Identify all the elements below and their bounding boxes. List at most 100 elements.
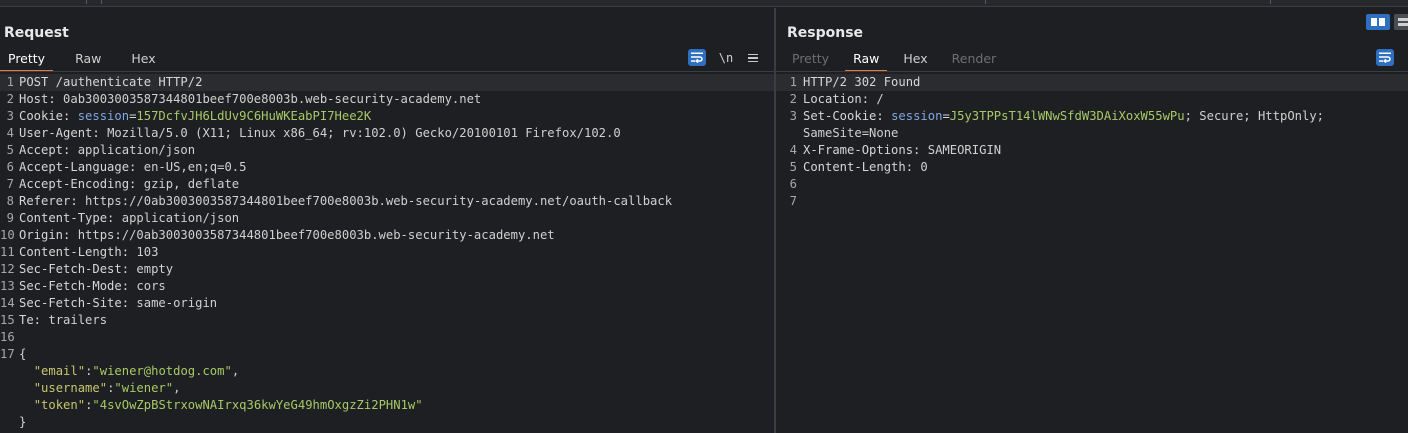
line-content: "email":"wiener@hotdog.com", (19, 363, 239, 380)
code-token: , (231, 364, 240, 378)
response-tab-raw[interactable]: Raw (845, 50, 888, 72)
request-newline-toggle[interactable]: \n (716, 49, 736, 67)
code-token: Sec-Fetch-Mode: (19, 279, 137, 293)
request-code-line[interactable]: "username":"wiener", (0, 380, 774, 397)
request-code-line[interactable]: 13 Sec-Fetch-Mode: cors (0, 278, 774, 295)
line-number: 17 (0, 347, 15, 361)
request-code-line[interactable]: 12 Sec-Fetch-Dest: empty (0, 261, 774, 278)
request-editor[interactable]: 1 POST /authenticate HTTP/2 2 Host: 0ab3003… (0, 74, 774, 433)
request-code-line[interactable]: } (0, 414, 774, 431)
request-word-wrap-button[interactable] (688, 49, 706, 66)
request-code-line[interactable]: 16 (0, 329, 774, 346)
strip-tick (1270, 0, 1271, 4)
layout-toggle (1366, 14, 1408, 30)
line-content: } (19, 414, 26, 431)
response-code-line[interactable]: 3 Set-Cookie: session=J5y3TPPsT14lWNwSfdW… (776, 108, 1408, 125)
code-token: "token" (33, 398, 86, 412)
response-code-line[interactable]: 1 HTTP/2 302 Found (776, 74, 1408, 91)
line-number: 7 (6, 177, 14, 191)
code-token: , (173, 381, 181, 395)
line-content: HTTP/2 302 Found (803, 74, 920, 91)
line-content: Content-Length: 103 (19, 244, 158, 261)
line-content: Referer: https://0ab3003003587344801beef… (19, 193, 672, 210)
code-token: "wiener@hotdog.com" (92, 364, 232, 378)
line-content: Origin: https://0ab3003003587344801beef7… (19, 227, 555, 244)
request-code-line[interactable]: 10 Origin: https://0ab3003003587344801bee… (0, 227, 774, 244)
request-code-line[interactable]: 14 Sec-Fetch-Site: same-origin (0, 295, 774, 312)
code-token: empty (136, 262, 174, 276)
code-token: "email" (33, 364, 86, 378)
response-tab-hex[interactable]: Hex (895, 50, 935, 72)
response-editor[interactable]: 1 HTTP/2 302 Found 2 Location: / 3 Set-Cookie… (776, 74, 1408, 433)
line-number: 4 (789, 143, 797, 157)
code-token: ; Secure; HttpOnly; (1184, 109, 1325, 123)
code-token: Accept-Encoding: (19, 177, 144, 191)
response-code-line[interactable]: 7 (776, 193, 1408, 210)
menu-bar (748, 60, 758, 63)
line-number: 12 (0, 262, 15, 276)
code-token: 0ab3003003587344801beef700e8003b.web-sec… (63, 92, 482, 106)
code-token: application/json (121, 211, 240, 225)
line-number: 1 (6, 75, 14, 89)
request-tab-divider (0, 71, 774, 72)
word-wrap-icon (1379, 52, 1391, 63)
code-token: https://0ab3003003587344801beef700e8003b… (77, 228, 555, 242)
request-code-line[interactable]: 5 Accept: application/json (0, 142, 774, 159)
request-pane: Request Pretty Raw Hex \n 1 POST /authentic… (0, 8, 774, 433)
code-token: { (19, 347, 27, 361)
code-token: Content-Length: (803, 160, 921, 174)
code-token: same-origin (136, 296, 218, 310)
line-content: Accept: application/json (19, 142, 195, 159)
request-code-line[interactable]: 11 Content-Length: 103 (0, 244, 774, 261)
stacked-layout-icon (1398, 18, 1408, 26)
line-content: X-Frame-Options: SAMEORIGIN (803, 142, 1001, 159)
code-token: Content-Length: (19, 245, 137, 259)
line-content: SameSite=None (803, 125, 898, 142)
line-number: 6 (789, 177, 797, 191)
response-tab-pretty: Pretty (792, 51, 830, 66)
request-tab-pretty[interactable]: Pretty (0, 50, 54, 72)
code-token: User-Agent: (19, 126, 108, 140)
request-code-line[interactable]: 6 Accept-Language: en-US,en;q=0.5 (0, 159, 774, 176)
response-code-line[interactable]: 6 (776, 176, 1408, 193)
split-layout-icon (1371, 18, 1385, 26)
response-word-wrap-button[interactable] (1376, 49, 1394, 66)
response-code-line[interactable]: 5 Content-Length: 0 (776, 159, 1408, 176)
request-code-line[interactable]: 15 Te: trailers (0, 312, 774, 329)
code-token: Accept-Language: (19, 160, 144, 174)
line-content: Sec-Fetch-Dest: empty (19, 261, 173, 278)
response-code-line[interactable]: 4 X-Frame-Options: SAMEORIGIN (776, 142, 1408, 159)
request-code-line[interactable]: "email":"wiener@hotdog.com", (0, 363, 774, 380)
request-code-line[interactable]: 7 Accept-Encoding: gzip, deflate (0, 176, 774, 193)
code-token: Te: (19, 313, 49, 327)
request-tab-hex[interactable]: Hex (123, 50, 163, 72)
request-tab-raw[interactable]: Raw (67, 50, 109, 72)
request-code-line[interactable]: 2 Host: 0ab3003003587344801beef700e8003b.… (0, 91, 774, 108)
line-number: 2 (789, 92, 797, 106)
code-token: SameSite=None (803, 126, 899, 140)
request-title: Request (4, 25, 69, 41)
hamburger-menu-icon (748, 53, 758, 56)
response-title: Response (787, 25, 864, 41)
line-content: "token":"4svOwZpBStrxowNAIrxq36kwYeG49hm… (19, 397, 423, 414)
request-code-line[interactable]: 3 Cookie: session=157DcfvJH6LdUv9C6HuWKEa… (0, 108, 774, 125)
request-menu-button[interactable] (746, 49, 760, 67)
line-content: Accept-Language: en-US,en;q=0.5 (19, 159, 246, 176)
response-code-line[interactable]: SameSite=None (776, 125, 1408, 142)
code-token: 157DcfvJH6LdUv9C6HuWKEabPI7Hee2K (136, 109, 372, 123)
request-code-line[interactable]: 9 Content-Type: application/json (0, 210, 774, 227)
code-token: Location: (803, 92, 877, 106)
menu-bar (748, 57, 758, 59)
request-code-line[interactable]: 4 User-Agent: Mozilla/5.0 (X11; Linux x86… (0, 125, 774, 142)
response-code-line[interactable]: 2 Location: / (776, 91, 1408, 108)
stacked-layout-button[interactable] (1394, 14, 1408, 30)
request-code-line[interactable]: 8 Referer: https://0ab3003003587344801bee… (0, 193, 774, 210)
request-code-line[interactable]: 1 POST /authenticate HTTP/2 (0, 74, 774, 91)
code-token: / (876, 92, 884, 106)
request-code-line[interactable]: 17 { (0, 346, 774, 363)
split-layout-button[interactable] (1366, 14, 1390, 30)
request-code-line[interactable]: "token":"4svOwZpBStrxowNAIrxq36kwYeG49hm… (0, 397, 774, 414)
line-content: Set-Cookie: session=J5y3TPPsT14lWNwSfdW3… (803, 108, 1324, 125)
code-token: HTTP/2 302 Found (803, 75, 921, 89)
